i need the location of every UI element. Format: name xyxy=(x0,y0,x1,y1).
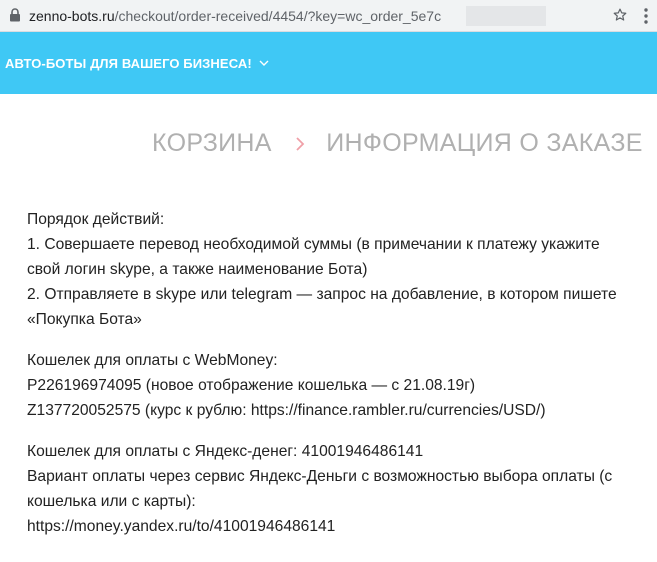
webmoney-title: Кошелек для оплаты с WebMoney: xyxy=(27,352,278,369)
url-path: /checkout/order-received/4454/?key=wc_or… xyxy=(114,8,442,24)
bookmark-star-icon[interactable] xyxy=(612,7,628,23)
breadcrumb: КОРЗИНА ИНФОРМАЦИЯ О ЗАКАЗЕ xyxy=(152,129,657,158)
yandex-wallet: Кошелек для оплаты с Яндекс-денег: 41001… xyxy=(27,443,424,460)
steps-block: Порядок действий: 1. Совершаете перевод … xyxy=(27,207,637,332)
webmoney-z-wallet: Z137720052575 (курс к рублю: https://fin… xyxy=(27,398,637,423)
yandex-block: Кошелек для оплаты с Яндекс-денег: 41001… xyxy=(27,439,637,539)
lock-icon xyxy=(10,8,20,22)
url-text[interactable]: zenno-bots.ru/checkout/order-received/44… xyxy=(29,8,441,24)
step-1: 1. Совершаете перевод необходимой суммы … xyxy=(27,236,600,278)
breadcrumb-item-order-info[interactable]: ИНФОРМАЦИЯ О ЗАКАЗЕ xyxy=(326,129,642,157)
webmoney-block: Кошелек для оплаты с WebMoney: P22619697… xyxy=(27,348,637,423)
yandex-money-link[interactable]: https://money.yandex.ru/to/4100194648614… xyxy=(27,514,637,539)
yandex-variant: Вариант оплаты через сервис Яндекс-Деньг… xyxy=(27,468,613,510)
url-domain: zenno-bots.ru xyxy=(29,8,115,24)
browser-address-bar[interactable]: zenno-bots.ru/checkout/order-received/44… xyxy=(0,0,657,32)
site-header: АВТО-БОТЫ ДЛЯ ВАШЕГО БИЗНЕСА! xyxy=(0,32,657,94)
breadcrumb-item-cart[interactable]: КОРЗИНА xyxy=(152,129,272,157)
webmoney-z-prefix: Z137720052575 (курс к рублю: xyxy=(27,402,251,419)
payment-instructions: Порядок действий: 1. Совершаете перевод … xyxy=(27,207,637,555)
chevron-down-icon xyxy=(259,60,268,66)
chevron-right-icon xyxy=(296,137,305,151)
step-2: 2. Отправляете в skype или telegram — за… xyxy=(27,286,617,328)
webmoney-p-wallet: P226196974095 (новое отображение кошельк… xyxy=(27,377,476,394)
brand-title: АВТО-БОТЫ ДЛЯ ВАШЕГО БИЗНЕСА! xyxy=(5,56,252,71)
url-redaction xyxy=(466,6,546,26)
webmoney-z-suffix: ) xyxy=(540,402,546,419)
browser-menu-icon[interactable] xyxy=(643,7,649,25)
brand-menu[interactable]: АВТО-БОТЫ ДЛЯ ВАШЕГО БИЗНЕСА! xyxy=(5,56,269,71)
rambler-currency-link[interactable]: https://finance.rambler.ru/currencies/US… xyxy=(251,402,540,419)
steps-title: Порядок действий: xyxy=(27,211,165,228)
